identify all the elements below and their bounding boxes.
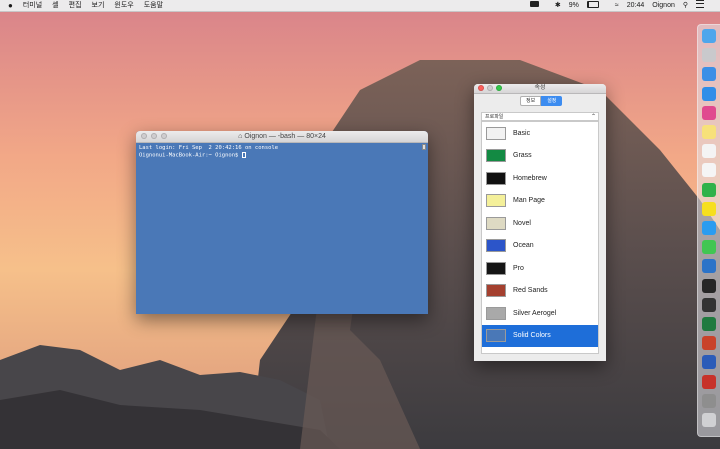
- close-button[interactable]: [141, 133, 147, 139]
- menu-shell[interactable]: 셸: [52, 0, 58, 11]
- itunes-icon[interactable]: [702, 105, 716, 120]
- powerpoint-icon[interactable]: [702, 336, 716, 351]
- chat-icon[interactable]: [702, 221, 716, 235]
- profile-item[interactable]: Homebrew: [482, 167, 598, 190]
- evernote-icon[interactable]: [702, 182, 716, 197]
- profile-name: Grass: [513, 152, 532, 160]
- tab-info[interactable]: 정보: [520, 96, 542, 106]
- kakaotalk-icon[interactable]: [702, 201, 716, 216]
- profile-swatch: [486, 261, 506, 275]
- profile-item[interactable]: Basic: [482, 122, 598, 145]
- profile-name: Solid Colors: [513, 332, 551, 340]
- terminal-content[interactable]: Last login: Fri Sep 2 20:42:16 on consol…: [136, 143, 428, 162]
- profile-name: Red Sands: [513, 287, 548, 295]
- inspector-title: 속성: [534, 85, 546, 91]
- clock[interactable]: 20:44: [627, 0, 645, 11]
- terminal-titlebar[interactable]: ⌂ Oignon — -bash — 80×24: [136, 131, 428, 143]
- app-store-icon[interactable]: [702, 67, 716, 82]
- bluetooth-icon[interactable]: ✱: [555, 0, 561, 11]
- tab-settings[interactable]: 설정: [541, 96, 563, 106]
- menu-view[interactable]: 보기: [92, 0, 105, 11]
- profile-item[interactable]: Solid Colors: [482, 324, 598, 347]
- home-folder-icon: ⌂: [238, 133, 243, 140]
- minimize-button[interactable]: [151, 133, 157, 139]
- profile-name: Man Page: [513, 197, 545, 205]
- menu-edit[interactable]: 편집: [69, 0, 82, 11]
- profile-item[interactable]: Grass: [482, 145, 598, 168]
- profile-item[interactable]: Red Sands: [482, 280, 598, 303]
- inspector-window: 속성 정보 설정 프로파일 ⌃ Basic Grass Homebrew Man Pa…: [474, 84, 606, 361]
- menu-bar: ● 터미널 셸 편집 보기 윈도우 도움말 ✱ 9% ≈ 20:44 Oigno…: [0, 0, 720, 12]
- profile-swatch: [486, 171, 506, 185]
- messages-icon[interactable]: [702, 240, 716, 255]
- terminal-prompt: Oignonui-MacBook-Air:~ Oignon$: [139, 152, 242, 159]
- excel-icon[interactable]: [702, 317, 716, 331]
- notification-center-icon[interactable]: [696, 0, 712, 12]
- xcode-icon[interactable]: [702, 259, 716, 274]
- profile-swatch: [486, 329, 506, 343]
- profile-swatch: [486, 149, 506, 163]
- user-name[interactable]: Oignon: [652, 0, 675, 11]
- text-cursor: [241, 152, 246, 158]
- inspector-tabs: 정보 설정: [520, 96, 563, 106]
- menu-terminal[interactable]: 터미널: [23, 0, 42, 11]
- battery-icon[interactable]: [586, 0, 607, 11]
- finder-icon[interactable]: [702, 29, 716, 43]
- terminal-window: ⌂ Oignon — -bash — 80×24 Last login: Fri…: [136, 131, 428, 314]
- profile-swatch: [486, 284, 506, 298]
- wifi-icon[interactable]: ≈: [615, 0, 619, 11]
- profile-item[interactable]: Novel: [482, 212, 598, 235]
- apple-menu-icon[interactable]: ●: [8, 1, 13, 10]
- menu-window[interactable]: 윈도우: [114, 0, 133, 11]
- calendar-icon[interactable]: [702, 144, 716, 159]
- terminal-icon[interactable]: [702, 278, 716, 293]
- close-button[interactable]: [478, 85, 484, 91]
- profile-select[interactable]: 프로파일 ⌃: [481, 112, 599, 121]
- profile-item[interactable]: Silver Aerogel: [482, 302, 598, 325]
- profile-item[interactable]: Pro: [482, 257, 598, 280]
- minimize-button[interactable]: [487, 85, 493, 91]
- dock: [697, 24, 720, 437]
- profile-swatch: [486, 306, 506, 320]
- zoom-button[interactable]: [496, 85, 502, 91]
- profile-name: Silver Aerogel: [513, 309, 557, 317]
- profile-name: Basic: [513, 129, 531, 137]
- launchpad-icon[interactable]: [702, 48, 716, 63]
- profile-name: Pro: [513, 264, 524, 272]
- trash-icon[interactable]: [702, 413, 716, 427]
- terminal-line: Last login: Fri Sep 2 20:42:16 on consol…: [139, 145, 279, 151]
- notes-icon[interactable]: [702, 125, 716, 139]
- keyboard-icon[interactable]: [529, 0, 547, 11]
- disk-utility-icon[interactable]: [702, 393, 716, 408]
- profile-swatch: [486, 239, 506, 253]
- profile-label: 프로파일: [485, 114, 504, 120]
- profile-swatch: [486, 216, 506, 230]
- profile-item[interactable]: Man Page: [482, 190, 598, 213]
- photos-icon[interactable]: [702, 163, 716, 178]
- profile-swatch: [486, 194, 506, 208]
- battery-percent[interactable]: 9%: [569, 0, 579, 11]
- console-icon[interactable]: [702, 297, 716, 312]
- profile-swatch: [486, 126, 506, 140]
- zoom-button[interactable]: [161, 133, 167, 139]
- profile-name: Novel: [513, 219, 531, 227]
- chevron-down-icon: ⌃: [590, 114, 596, 120]
- word-icon[interactable]: [702, 355, 716, 370]
- spotlight-icon[interactable]: ⚲: [683, 0, 688, 11]
- scrollbar[interactable]: [422, 144, 426, 150]
- terminal-title: Oignon — -bash — 80×24: [244, 133, 326, 140]
- menu-help[interactable]: 도움말: [144, 0, 163, 11]
- profile-item[interactable]: Ocean: [482, 235, 598, 258]
- profile-name: Homebrew: [513, 174, 547, 182]
- acrobat-icon[interactable]: [702, 374, 716, 389]
- profile-name: Ocean: [513, 242, 534, 250]
- profile-list[interactable]: Basic Grass Homebrew Man Page Novel Ocean Pro R…: [481, 121, 599, 354]
- status-menus: ✱ 9% ≈ 20:44 Oignon ⚲: [529, 0, 720, 12]
- safari-icon[interactable]: [702, 86, 716, 101]
- inspector-titlebar[interactable]: 속성: [474, 84, 606, 94]
